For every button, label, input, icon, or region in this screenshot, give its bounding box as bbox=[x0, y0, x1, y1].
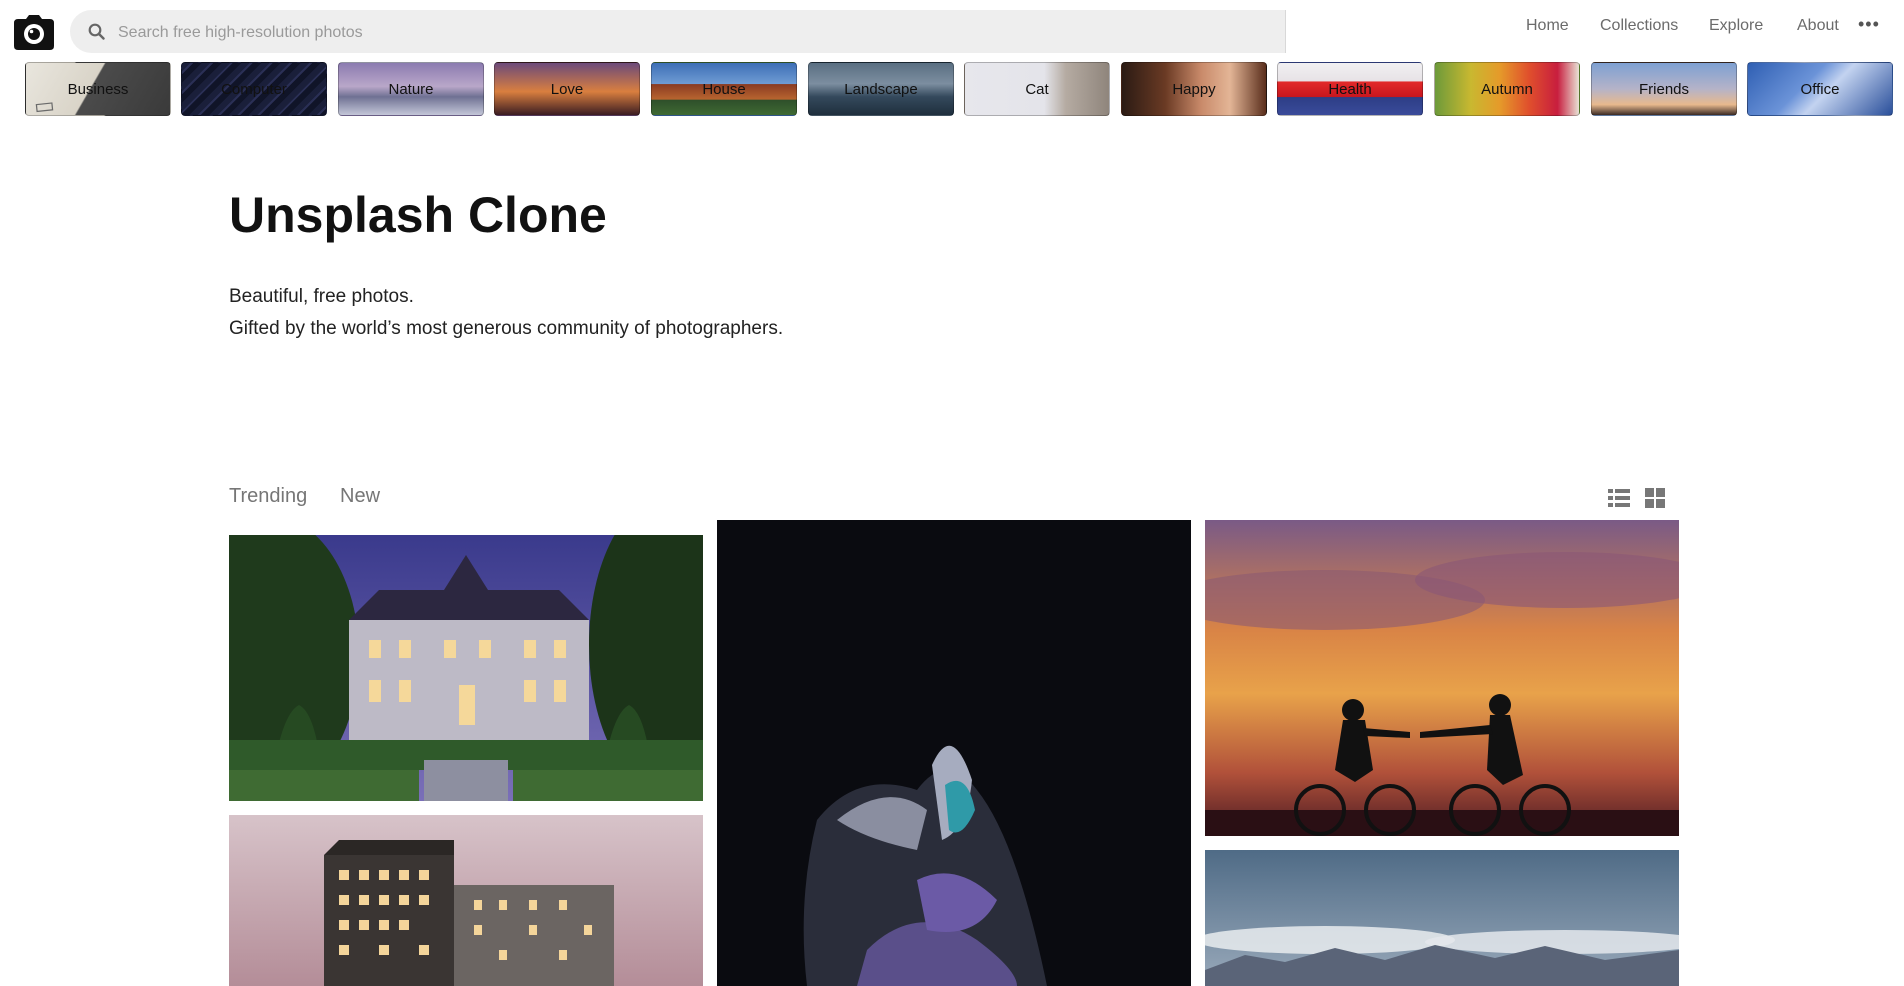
topic-label: Landscape bbox=[844, 81, 918, 98]
nav-about-link[interactable]: About bbox=[1797, 17, 1839, 35]
topic-label: House bbox=[702, 81, 746, 98]
topic-label: Computer bbox=[221, 81, 287, 98]
topic-label: Cat bbox=[1025, 81, 1049, 98]
topic-autumn[interactable]: Autumn bbox=[1434, 62, 1580, 116]
nav-collections-link[interactable]: Collections bbox=[1600, 17, 1678, 35]
hero-subtitle: Gifted by the world’s most generous comm… bbox=[229, 318, 784, 339]
topic-business[interactable]: ▭ Business bbox=[25, 62, 171, 116]
topic-love[interactable]: Love bbox=[494, 62, 640, 116]
topic-computer[interactable]: Computer bbox=[181, 62, 327, 116]
page-title: Unsplash Clone bbox=[229, 187, 607, 243]
topic-happy[interactable]: Happy bbox=[1121, 62, 1267, 116]
topic-label: Autumn bbox=[1481, 81, 1533, 98]
topic-house[interactable]: House bbox=[651, 62, 797, 116]
topic-landscape[interactable]: Landscape bbox=[808, 62, 954, 116]
nav-explore-link[interactable]: Explore bbox=[1709, 17, 1763, 35]
search-input[interactable] bbox=[116, 10, 1270, 55]
photo-mansion-at-dusk[interactable] bbox=[229, 535, 703, 801]
topic-cat[interactable]: Cat bbox=[964, 62, 1110, 116]
topic-friends[interactable]: Friends bbox=[1591, 62, 1737, 116]
hero-tagline: Beautiful, free photos. bbox=[229, 286, 414, 307]
camera-logo-icon[interactable] bbox=[14, 14, 54, 50]
search-bar bbox=[70, 10, 1286, 55]
photo-couple-bicycles-sunset[interactable] bbox=[1205, 520, 1679, 836]
topic-label: Love bbox=[550, 81, 584, 98]
list-view-icon[interactable] bbox=[1607, 486, 1631, 510]
nav-home-link[interactable]: Home bbox=[1526, 17, 1569, 35]
topic-office[interactable]: Office bbox=[1747, 62, 1893, 116]
topic-label: Happy bbox=[1172, 81, 1216, 98]
topic-nature[interactable]: Nature bbox=[338, 62, 484, 116]
topic-health[interactable]: Health bbox=[1277, 62, 1423, 116]
topic-label: Office bbox=[1800, 81, 1840, 98]
photo-hummingbird-dark[interactable] bbox=[717, 520, 1191, 986]
grid-view-icon[interactable] bbox=[1643, 486, 1667, 510]
topic-label: Friends bbox=[1638, 81, 1690, 98]
tab-new[interactable]: New bbox=[340, 485, 380, 508]
search-icon[interactable] bbox=[88, 23, 105, 40]
topic-label: Business bbox=[67, 81, 129, 98]
topic-label: Nature bbox=[388, 81, 434, 98]
photo-mountain-range[interactable] bbox=[1205, 850, 1679, 986]
topic-strip: ▭ Business Computer Nature Love House La… bbox=[25, 62, 1904, 117]
topic-label: Health bbox=[1328, 81, 1372, 98]
tab-trending[interactable]: Trending bbox=[229, 485, 307, 508]
photo-apartment-building[interactable] bbox=[229, 815, 703, 986]
more-options-button[interactable]: ••• bbox=[1858, 14, 1880, 35]
